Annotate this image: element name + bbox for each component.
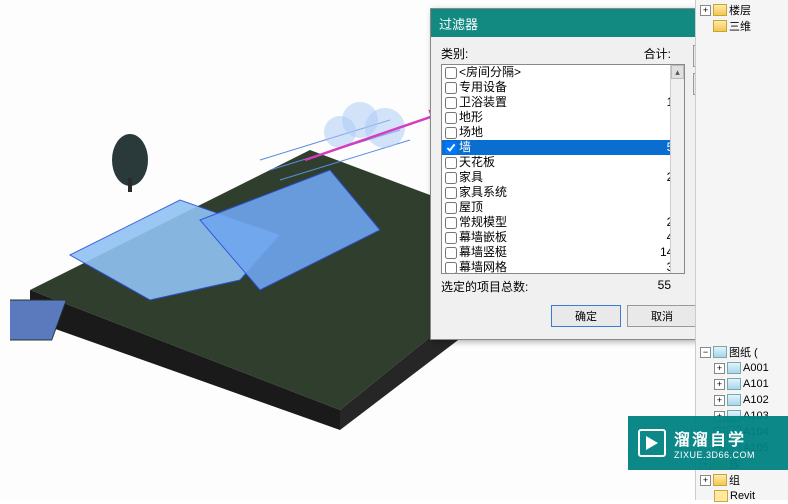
link-icon — [714, 490, 728, 502]
plus-icon[interactable]: + — [700, 5, 711, 16]
list-item[interactable]: 常规模型25 — [442, 215, 684, 230]
list-item[interactable]: 墙55 — [442, 140, 684, 155]
browser-node-groups[interactable]: + 组 — [696, 472, 788, 488]
row-name: 家具 — [459, 170, 652, 185]
list-item[interactable]: 幕墙竖梃144 — [442, 245, 684, 260]
list-item[interactable]: 家具系统3 — [442, 185, 684, 200]
watermark: 溜溜自学 ZIXUE.3D66.COM — [628, 416, 788, 470]
list-item[interactable]: <房间分隔>3 — [442, 65, 684, 80]
row-checkbox[interactable] — [445, 232, 457, 244]
row-checkbox[interactable] — [445, 187, 457, 199]
row-checkbox[interactable] — [445, 142, 457, 154]
row-name: 屋顶 — [459, 200, 652, 215]
list-item[interactable]: 幕墙网格32 — [442, 260, 684, 274]
cancel-button[interactable]: 取消 — [627, 305, 697, 327]
row-name: 幕墙竖梃 — [459, 245, 652, 260]
list-item[interactable]: 专用设备7 — [442, 80, 684, 95]
row-name: 幕墙嵌板 — [459, 230, 652, 245]
minus-icon[interactable]: − — [700, 347, 711, 358]
browser-sheet-item[interactable]: +A101 — [696, 376, 788, 392]
row-name: 专用设备 — [459, 80, 652, 95]
row-name: 常规模型 — [459, 215, 652, 230]
row-checkbox[interactable] — [445, 217, 457, 229]
row-name: 卫浴装置 — [459, 95, 652, 110]
header-category: 类别: — [441, 45, 635, 62]
scrollbar[interactable]: ▴ — [670, 65, 684, 273]
total-label: 选定的项目总数: — [441, 278, 635, 295]
sheets-icon — [713, 346, 727, 358]
sheet-icon — [727, 394, 741, 406]
plus-icon[interactable]: + — [700, 475, 711, 486]
row-checkbox[interactable] — [445, 172, 457, 184]
list-item[interactable]: 幕墙嵌板44 — [442, 230, 684, 245]
list-item[interactable]: 场地3 — [442, 125, 684, 140]
play-icon — [638, 429, 666, 457]
browser-node[interactable]: +楼层 — [696, 2, 788, 18]
browser-sheet-item[interactable]: +A102 — [696, 392, 788, 408]
browser-node[interactable]: 三维 — [696, 18, 788, 34]
row-name: <房间分隔> — [459, 65, 652, 80]
browser-sheet-item[interactable]: +A001 — [696, 360, 788, 376]
list-item[interactable]: 屋顶2 — [442, 200, 684, 215]
row-checkbox[interactable] — [445, 157, 457, 169]
row-name: 家具系统 — [459, 185, 652, 200]
row-name: 墙 — [459, 140, 652, 155]
category-list[interactable]: <房间分隔>3专用设备7卫浴装置12地形2场地3墙55天花板2家具24家具系统3… — [441, 64, 685, 274]
sheet-icon — [727, 362, 741, 374]
row-name: 地形 — [459, 110, 652, 125]
list-item[interactable]: 天花板2 — [442, 155, 684, 170]
row-checkbox[interactable] — [445, 202, 457, 214]
sheet-icon — [727, 378, 741, 390]
row-name: 幕墙网格 — [459, 260, 652, 274]
total-value: 55 — [635, 278, 685, 295]
row-name: 场地 — [459, 125, 652, 140]
ok-button[interactable]: 确定 — [551, 305, 621, 327]
browser-node-sheets[interactable]: − 图纸 ( — [696, 344, 788, 360]
row-checkbox[interactable] — [445, 82, 457, 94]
row-name: 天花板 — [459, 155, 652, 170]
plus-icon[interactable]: + — [714, 379, 725, 390]
list-item[interactable]: 地形2 — [442, 110, 684, 125]
list-item[interactable]: 卫浴装置12 — [442, 95, 684, 110]
browser-node-revit-link[interactable]: Revit — [696, 488, 788, 504]
row-checkbox[interactable] — [445, 262, 457, 274]
row-checkbox[interactable] — [445, 247, 457, 259]
folder-icon — [713, 474, 727, 486]
plus-icon[interactable]: + — [714, 363, 725, 374]
plus-icon[interactable]: + — [714, 395, 725, 406]
list-item[interactable]: 家具24 — [442, 170, 684, 185]
header-total: 合计: — [635, 45, 685, 62]
folder-icon — [713, 20, 727, 32]
row-checkbox[interactable] — [445, 67, 457, 79]
row-checkbox[interactable] — [445, 112, 457, 124]
scroll-up-icon[interactable]: ▴ — [671, 65, 684, 79]
folder-icon — [713, 4, 727, 16]
row-checkbox[interactable] — [445, 127, 457, 139]
row-checkbox[interactable] — [445, 97, 457, 109]
